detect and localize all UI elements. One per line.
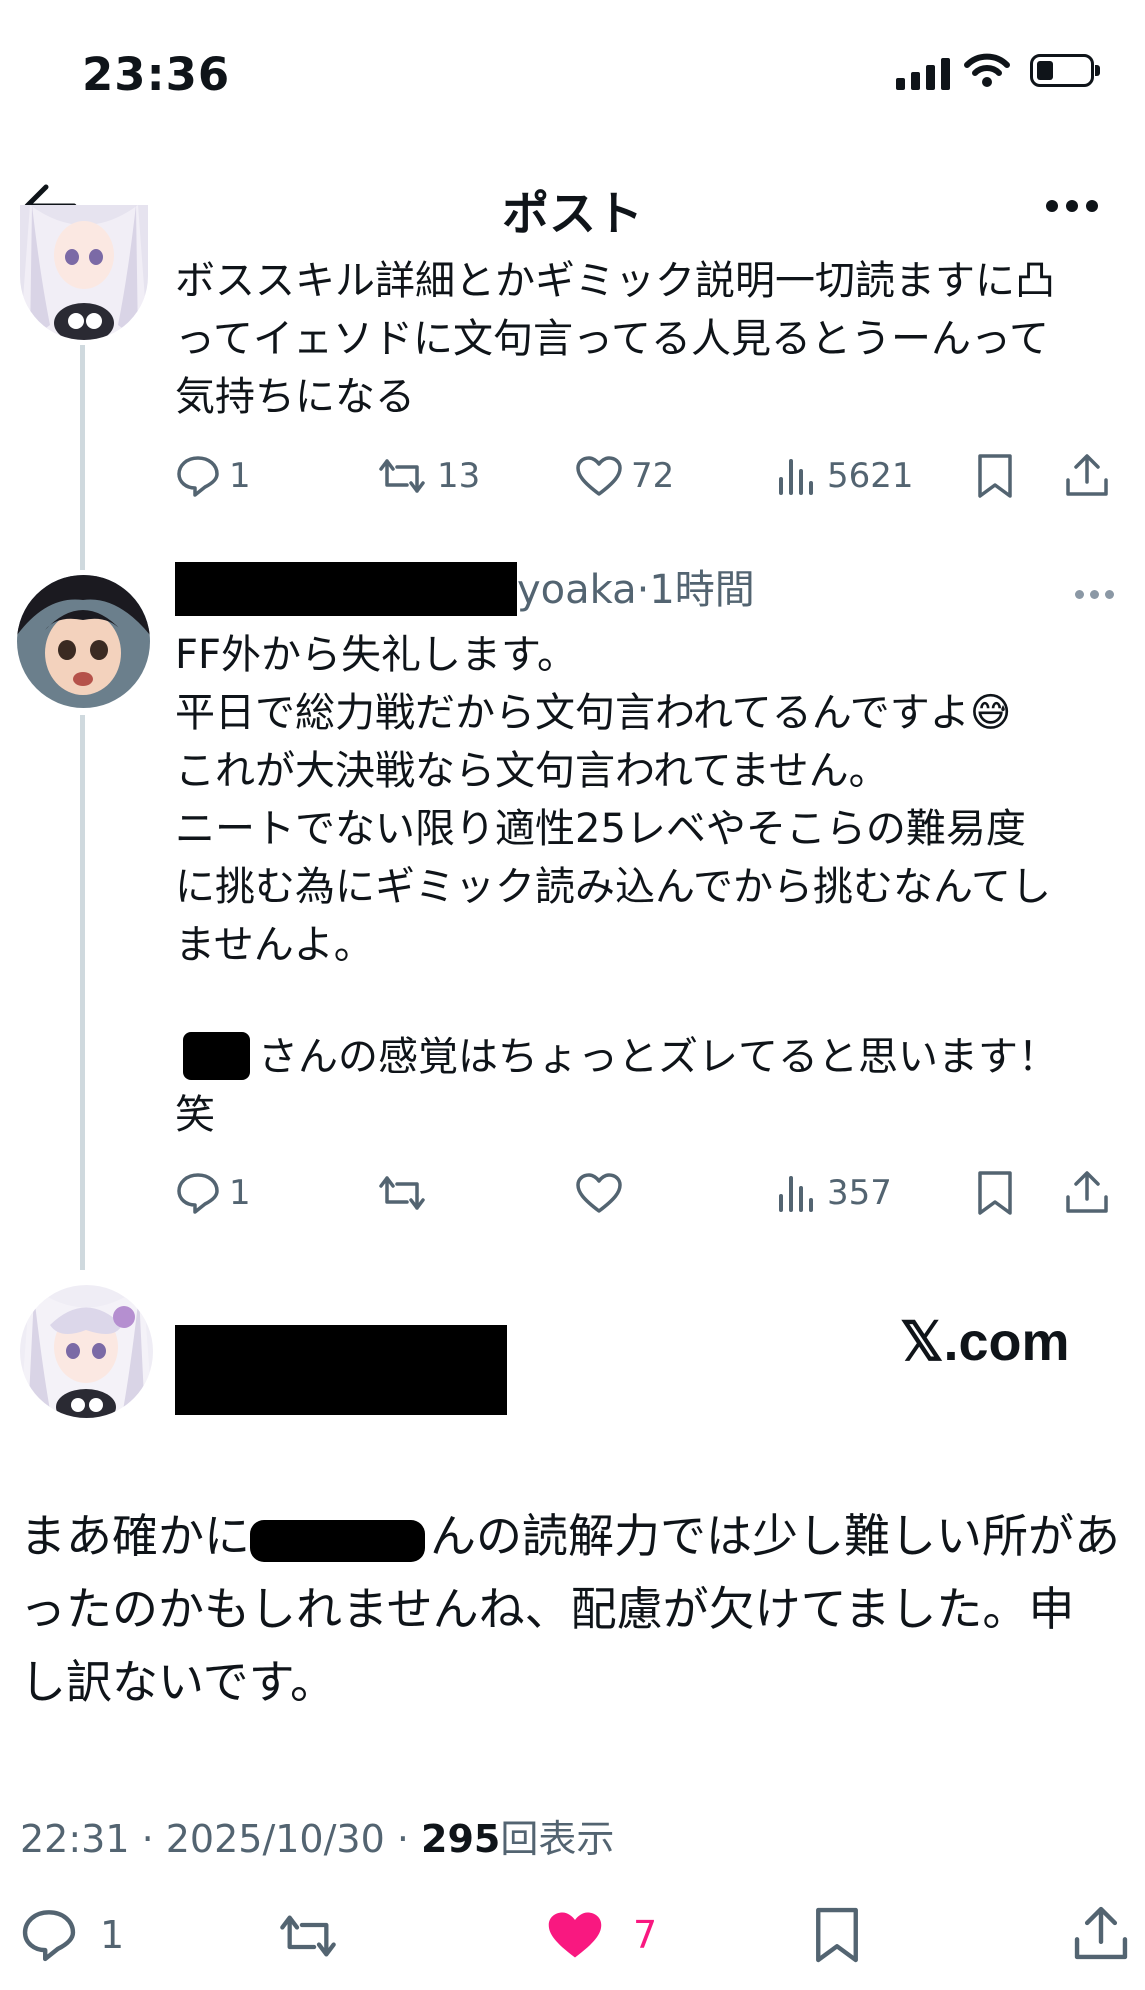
tweet-text: FF外から失礼します。 平日で総力戦だから文句言われてるんですよ😅 これが大決戦… [175, 632, 1051, 968]
avatar[interactable] [20, 1285, 153, 1418]
bookmark-icon[interactable] [812, 1906, 862, 1964]
reply-button[interactable]: 1 [175, 455, 251, 497]
analytics-icon [779, 459, 813, 495]
repost-button[interactable]: 13 [375, 455, 480, 497]
reply-icon [177, 456, 219, 497]
more-options-icon[interactable] [1075, 590, 1114, 599]
x-watermark: 𝕏.com [900, 1312, 1070, 1372]
views-button[interactable]: 357 [775, 1172, 892, 1214]
like-count: 72 [631, 456, 675, 496]
tweet-timestamp: 22:31 · 2025/10/30 · [20, 1817, 422, 1861]
views-button[interactable]: 5621 [775, 455, 914, 497]
timestamp: ·1時間 [636, 567, 755, 613]
views-count: 357 [827, 1173, 892, 1213]
reply-button[interactable]: 1 [175, 1172, 251, 1214]
redacted-name [175, 1325, 507, 1415]
more-options-icon[interactable] [1046, 200, 1098, 212]
page-title: ポスト [502, 187, 643, 242]
share-icon[interactable] [1064, 1169, 1110, 1215]
view-count-label: 回表示 [500, 1817, 615, 1861]
share-icon[interactable] [1072, 1904, 1130, 1962]
repost-icon[interactable] [375, 1172, 429, 1214]
tweet-text-line: 笑 [175, 1092, 215, 1138]
status-time: 23:36 [82, 48, 231, 101]
reply-icon [22, 1910, 76, 1962]
heart-icon [576, 456, 622, 496]
reply-count: 1 [229, 456, 251, 496]
share-icon[interactable] [1064, 452, 1110, 498]
thread-line [80, 345, 85, 570]
views-count: 5621 [827, 456, 914, 496]
repost-count: 13 [437, 456, 481, 496]
tweet-text: ボススキル詳細とかギミック説明一切読ますに凸 ってイェソドに文句言ってる人見ると… [175, 258, 1055, 420]
repost-icon [379, 459, 425, 493]
like-count: 7 [633, 1913, 658, 1957]
cellular-signal-icon [896, 58, 950, 90]
battery-icon [1030, 54, 1100, 87]
tweet-text-line: さんの感覚はちょっとズレてると思います！ [258, 1034, 1058, 1080]
analytics-icon [779, 1176, 813, 1212]
tweet-meta: 22:31 · 2025/10/30 · 295回表示 [20, 1808, 614, 1863]
reply-count: 1 [229, 1173, 251, 1213]
view-count: 295 [421, 1817, 501, 1861]
thread-line [80, 715, 85, 1270]
redacted-name [183, 1032, 250, 1080]
heart-icon[interactable] [575, 1172, 623, 1214]
like-button[interactable]: 72 [575, 455, 674, 497]
wifi-icon [964, 53, 1010, 87]
bookmark-icon[interactable] [975, 1170, 1015, 1216]
reply-button[interactable]: 1 [20, 1908, 124, 1962]
bookmark-icon[interactable] [975, 453, 1015, 499]
like-button[interactable]: 7 [545, 1908, 657, 1962]
avatar[interactable] [20, 205, 148, 340]
reply-icon [177, 1173, 219, 1214]
main-tweet-text: んの読解力では少し難しい所があ ったのかもしれませんね、配慮が欠けてました。申 … [20, 1509, 1120, 1709]
reply-count: 1 [100, 1913, 125, 1957]
avatar[interactable] [17, 575, 150, 708]
heart-filled-icon [548, 1912, 602, 1958]
tweet-handle-meta: yoaka·1時間 [517, 565, 755, 615]
handle: yoaka [517, 567, 637, 613]
redacted-name [175, 562, 517, 616]
repost-icon[interactable] [275, 1910, 341, 1962]
